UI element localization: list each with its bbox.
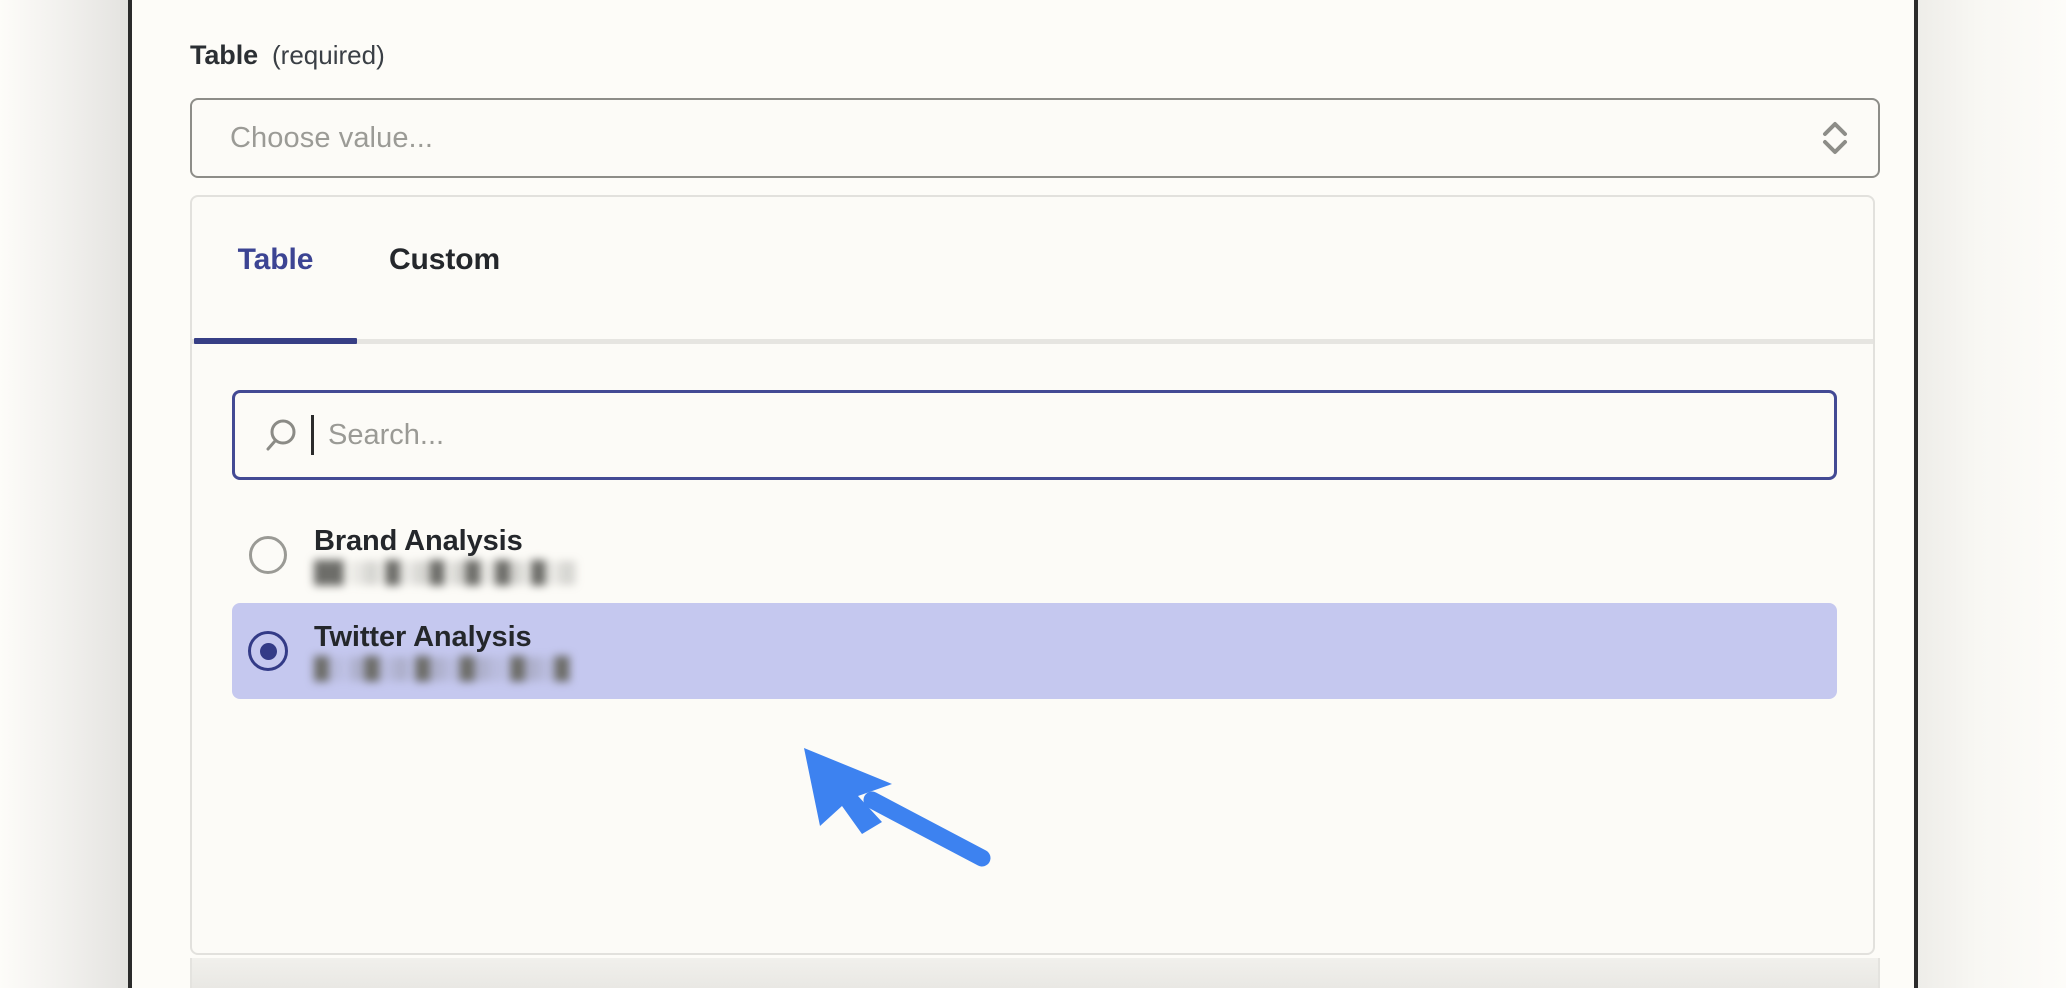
text-cursor-caret <box>311 415 314 455</box>
list-item-brand-analysis[interactable]: Brand Analysis ██ ░▒ █░▒█ ▒█░█▒ █░▒ <box>232 507 1837 603</box>
list-item-twitter-analysis[interactable]: Twitter Analysis █░ ▒█░▒ █▒░█▒░ █▒░█ <box>232 603 1837 699</box>
table-field-block: Table (required) <box>190 40 1890 74</box>
tab-underline-track <box>192 339 1873 344</box>
panel-below-strip <box>190 958 1880 988</box>
tab-active-indicator <box>194 338 357 344</box>
tab-table-label: Table <box>237 242 314 276</box>
search-placeholder: Search... <box>328 418 445 451</box>
tab-custom[interactable]: Custom <box>357 197 532 344</box>
radio-checked-icon[interactable] <box>246 629 290 673</box>
option-text: Twitter Analysis █░ ▒█░▒ █▒░█▒░ █▒░█ <box>314 622 570 679</box>
search-field-wrapper[interactable]: Search... <box>232 390 1837 480</box>
table-select-control[interactable]: Choose value... <box>190 98 1880 178</box>
option-text: Brand Analysis ██ ░▒ █░▒█ ▒█░█▒ █░▒ <box>314 526 575 583</box>
option-subtitle: ██ ░▒ █░▒█ ▒█░█▒ █░▒ <box>314 560 576 584</box>
page-left-gutter <box>0 0 128 988</box>
select-placeholder: Choose value... <box>230 121 434 154</box>
search-input[interactable]: Search... <box>232 390 1837 480</box>
option-title: Twitter Analysis <box>314 621 532 654</box>
field-label-row: Table (required) <box>190 40 1890 74</box>
tab-custom-label: Custom <box>388 242 501 276</box>
option-subtitle: █░ ▒█░▒ █▒░█▒░ █▒░█ <box>314 656 570 680</box>
option-title: Brand Analysis <box>314 525 523 558</box>
tab-list: Table Custom <box>194 197 532 344</box>
dropdown-tab-strip: Table Custom <box>192 197 1873 344</box>
chevron-up-down-icon[interactable] <box>1818 115 1852 161</box>
required-note: (required) <box>272 40 385 70</box>
page-right-gutter <box>1918 0 2066 988</box>
table-dropdown-panel: Table Custom Search... Brand Analysis ██… <box>190 195 1875 955</box>
page-title: Table <box>190 40 259 70</box>
radio-unchecked-icon[interactable] <box>246 533 290 577</box>
table-option-list: Brand Analysis ██ ░▒ █░▒█ ▒█░█▒ █░▒ Twit… <box>232 507 1837 699</box>
page-left-border <box>128 0 132 988</box>
search-icon <box>261 415 301 455</box>
tab-table[interactable]: Table <box>194 197 357 344</box>
